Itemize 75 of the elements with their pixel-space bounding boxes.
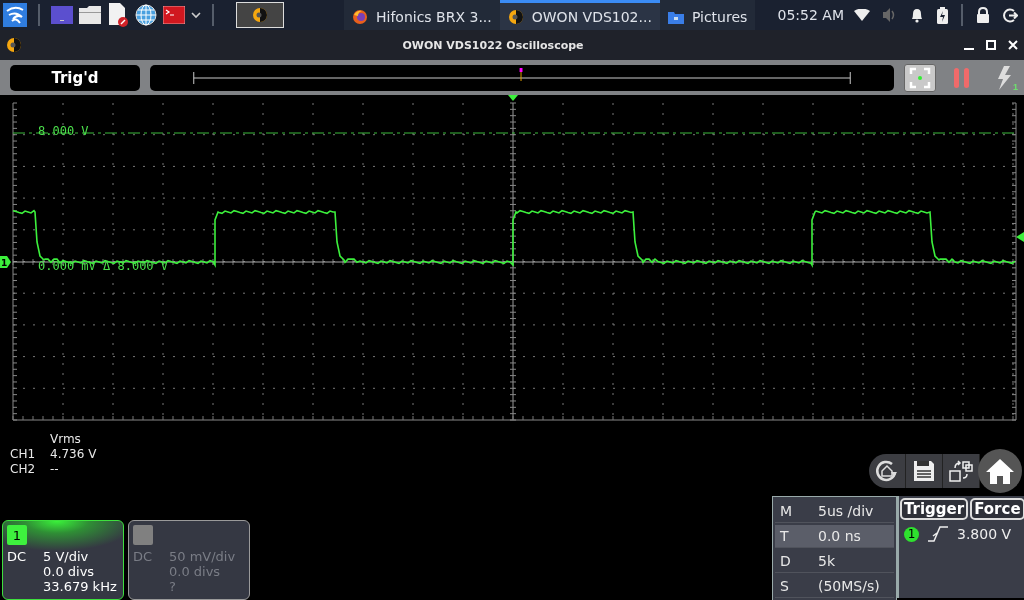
timebase-key: T xyxy=(780,528,818,544)
trigger-level: 3.800 V xyxy=(957,526,1012,542)
volume-icon[interactable] xyxy=(883,8,897,22)
pause-icon xyxy=(953,66,971,89)
measurement-value: 4.736 V xyxy=(50,447,98,462)
cursor-label: 8.000 V xyxy=(38,124,89,138)
maximize-icon[interactable] xyxy=(986,40,996,50)
channel-label: CH2 xyxy=(10,462,37,477)
frequency-value: ? xyxy=(169,579,177,594)
home-button[interactable] xyxy=(978,449,1022,493)
wifi-icon[interactable] xyxy=(854,9,870,21)
channel-label: CH1 xyxy=(10,447,37,462)
volts-per-div: 5 V/div xyxy=(43,549,90,564)
trigger-source-badge: 1 xyxy=(904,526,919,542)
rising-edge-icon xyxy=(927,526,949,542)
channel-badge: 1 xyxy=(7,525,27,545)
offset-value: 0.0 divs xyxy=(43,564,96,579)
frequency-value: 33.679 kHz xyxy=(43,579,118,594)
focus-frame-icon xyxy=(909,66,931,89)
folder-icon xyxy=(667,9,684,24)
timebase-value: 5us /div xyxy=(818,503,874,519)
trigger-panel-button[interactable]: Force xyxy=(970,498,1024,520)
half-circle-icon xyxy=(6,37,22,53)
coupling-label: DC xyxy=(133,549,154,564)
swap-windows-button[interactable] xyxy=(943,454,980,488)
offset-value: 0.0 divs xyxy=(169,564,222,579)
house-icon xyxy=(985,457,1015,485)
taskbar-task[interactable]: Hifonics BRX 3... xyxy=(344,0,500,30)
task-label: Pictures xyxy=(691,8,748,25)
ground-label: 0.000 mV Δ 8.000 V xyxy=(38,259,169,273)
half-circle-icon xyxy=(507,8,524,25)
taskbar-task[interactable]: Pictures xyxy=(659,0,756,30)
measurement-value: -- xyxy=(50,462,60,477)
lock-icon[interactable] xyxy=(976,7,990,23)
save-button[interactable] xyxy=(906,454,943,488)
channel-badge xyxy=(133,525,153,545)
measurement-header: Vrms xyxy=(50,432,82,447)
timebase-key: D xyxy=(780,553,818,569)
trigger-panel-button[interactable]: Trigger xyxy=(900,498,969,520)
timebase-row[interactable]: T 0.0 ns xyxy=(775,525,894,548)
bell-icon[interactable] xyxy=(910,7,924,23)
timebase-row[interactable]: D 5k xyxy=(775,550,894,573)
circular-arrow-house-icon xyxy=(875,459,899,483)
active-app-button[interactable] xyxy=(236,2,284,28)
timebase-row[interactable]: S (50MS/s) xyxy=(775,575,894,598)
close-icon[interactable] xyxy=(1008,40,1018,50)
folder-icon[interactable] xyxy=(79,6,101,24)
timebase-row[interactable]: M 5us /div xyxy=(775,500,894,523)
reset-home-button[interactable] xyxy=(869,454,906,488)
timebase-key: S xyxy=(780,578,818,594)
lightning-icon xyxy=(995,65,1013,90)
timebase-value: (50MS/s) xyxy=(818,578,880,594)
coupling-label: DC xyxy=(7,549,28,564)
window-title: OWON VDS1022 Oscilloscope xyxy=(402,38,584,52)
text-editor-icon[interactable] xyxy=(107,3,129,27)
globe-icon[interactable] xyxy=(135,4,157,26)
firefox-icon xyxy=(352,8,368,25)
channel-marker[interactable]: 1 xyxy=(0,256,11,268)
clock: 05:52 AM xyxy=(777,7,844,23)
trigger-level-marker[interactable] xyxy=(1016,232,1024,242)
volts-per-div: 50 mV/div xyxy=(169,549,237,564)
task-label: Hifonics BRX 3... xyxy=(376,8,492,25)
autoset-button[interactable] xyxy=(904,63,936,92)
timebase-value: 0.0 ns xyxy=(818,528,861,544)
timebase-key: M xyxy=(780,503,818,519)
half-circle-icon xyxy=(252,7,268,23)
taskbar-task[interactable]: OWON VDS102... xyxy=(499,0,660,30)
timebase-value: 5k xyxy=(818,553,835,569)
chevron-down-icon[interactable] xyxy=(191,11,201,19)
swap-windows-icon xyxy=(949,460,973,482)
battery-icon[interactable] xyxy=(937,6,948,24)
logout-icon[interactable] xyxy=(1003,7,1018,23)
trigger-status: Trig'd xyxy=(10,64,140,91)
task-label: OWON VDS102... xyxy=(531,8,652,25)
channel-card[interactable]: 1 DC 5 V/div 0.0 divs 33.679 kHz xyxy=(2,520,124,600)
